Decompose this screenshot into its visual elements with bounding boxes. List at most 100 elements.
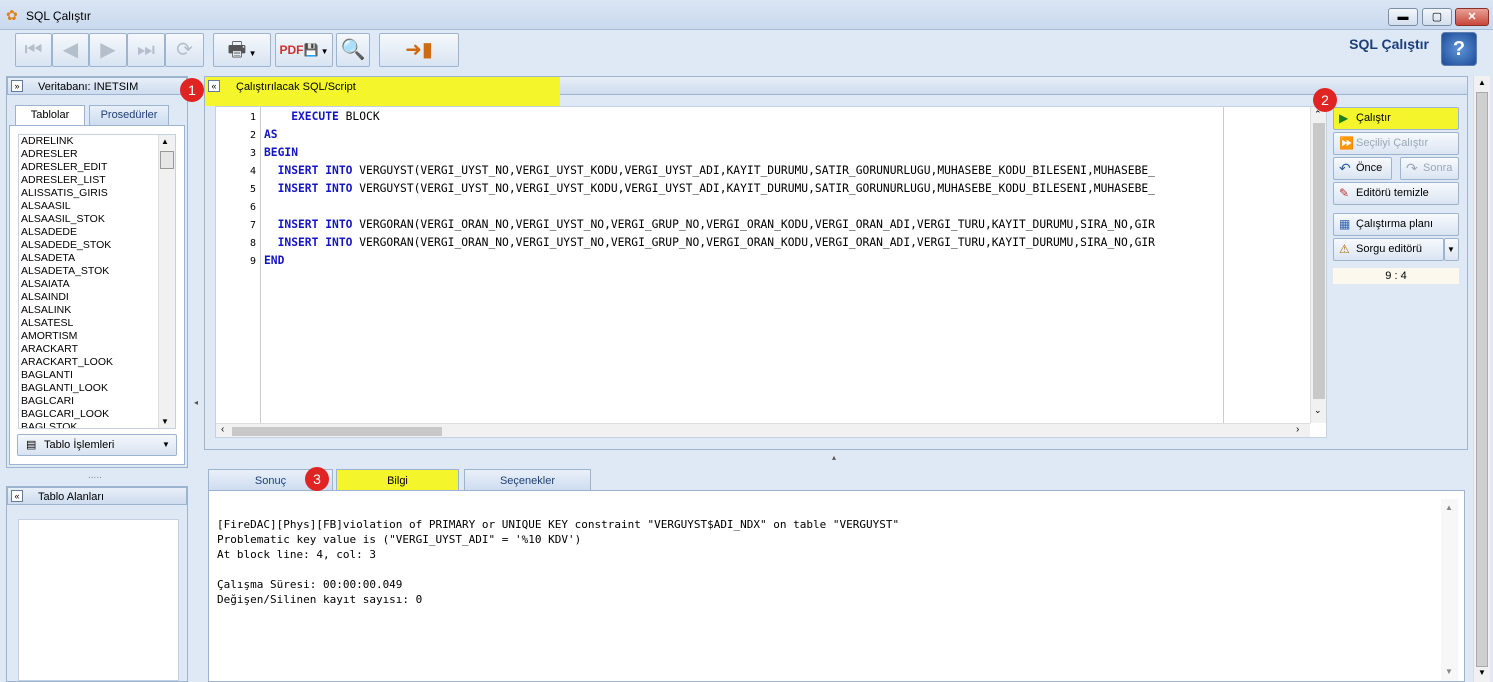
- list-item[interactable]: BAGLSTOK: [19, 421, 175, 428]
- refresh-button[interactable]: ⟳: [165, 33, 204, 67]
- list-item[interactable]: ALSAINDI: [19, 291, 175, 304]
- list-item[interactable]: ARACKART_LOOK: [19, 356, 175, 369]
- table-icon: ▤: [26, 439, 37, 451]
- refresh-icon: ⟳: [176, 39, 193, 61]
- first-record-button[interactable]: ⏮: [15, 33, 52, 67]
- exec-plan-button[interactable]: ▦ Çalıştırma planı: [1333, 213, 1459, 236]
- table-list-scrollbar[interactable]: ▲ ▼: [158, 135, 175, 428]
- list-item[interactable]: ALSADETA_STOK: [19, 265, 175, 278]
- list-item[interactable]: ALSAASIL: [19, 200, 175, 213]
- editor-hscrollbar[interactable]: ‹ ›: [216, 423, 1310, 437]
- list-item[interactable]: AMORTISM: [19, 330, 175, 343]
- pdf-save-icon: PDF💾: [279, 43, 319, 57]
- list-item[interactable]: ADRESLER_EDIT: [19, 161, 175, 174]
- list-item[interactable]: BAGLCARI: [19, 395, 175, 408]
- last-record-button[interactable]: ⏭: [127, 33, 165, 67]
- scroll-down-icon[interactable]: ▼: [1478, 668, 1486, 677]
- sql-keyword: EXECUTE: [264, 110, 339, 123]
- list-item[interactable]: ALSALINK: [19, 304, 175, 317]
- output-line: Problematic key value is ("VERGI_UYST_AD…: [217, 533, 582, 546]
- run-selected-button[interactable]: ⏩ Seçiliyi Çalıştır: [1333, 132, 1459, 155]
- table-ops-label: Tablo İşlemleri: [44, 439, 115, 451]
- list-item[interactable]: ADRESLER_LIST: [19, 174, 175, 187]
- list-item[interactable]: ALSAIATA: [19, 278, 175, 291]
- query-editor-button[interactable]: ⚠ Sorgu editörü: [1333, 238, 1444, 261]
- editor-vscrollbar[interactable]: ⌃ ⌄: [1310, 107, 1326, 423]
- prev-record-button[interactable]: ◀: [52, 33, 89, 67]
- maximize-button[interactable]: ▢: [1422, 8, 1452, 26]
- code-line: INSERT INTO VERGORAN(VERGI_ORAN_NO,VERGI…: [264, 234, 1155, 252]
- output-scrollbar[interactable]: ▲ ▼: [1441, 499, 1458, 681]
- pdf-save-button[interactable]: PDF💾 ▼: [275, 33, 333, 67]
- fields-list[interactable]: [18, 519, 179, 681]
- scroll-up-icon[interactable]: ▲: [1478, 78, 1486, 87]
- next-query-button[interactable]: ↷ Sonra: [1400, 157, 1459, 180]
- collapse-icon[interactable]: «: [11, 490, 23, 502]
- scroll-down-icon[interactable]: ⌄: [1314, 405, 1322, 416]
- scroll-up-icon[interactable]: ▲: [1445, 503, 1453, 512]
- list-item[interactable]: BAGLANTI: [19, 369, 175, 382]
- sql-keyword: INSERT INTO: [264, 218, 353, 231]
- list-item[interactable]: ALSADETA: [19, 252, 175, 265]
- table-list[interactable]: ADRELINK ADRESLER ADRESLER_EDIT ADRESLER_LI…: [18, 134, 176, 429]
- window-scrollbar[interactable]: ▲ ▼: [1473, 76, 1490, 682]
- scroll-thumb[interactable]: [232, 427, 442, 436]
- list-item[interactable]: ADRESLER: [19, 148, 175, 161]
- run-button[interactable]: ▶ Çalıştır: [1333, 107, 1459, 130]
- list-item[interactable]: ALSADEDE_STOK: [19, 239, 175, 252]
- code-area[interactable]: EXECUTE BLOCK AS BEGIN INSERT INTO VERGUYS…: [216, 107, 1311, 423]
- code-line: INSERT INTO VERGUYST(VERGI_UYST_NO,VERGI…: [264, 162, 1155, 180]
- tab-info[interactable]: Bilgi: [336, 469, 459, 491]
- list-item[interactable]: ALSATESL: [19, 317, 175, 330]
- print-button[interactable]: 🖶 ▼: [213, 33, 271, 67]
- annotation-marker-2: 2: [1313, 88, 1337, 112]
- minimize-button[interactable]: ▬: [1388, 8, 1418, 26]
- scroll-left-icon[interactable]: ‹: [221, 424, 224, 435]
- scroll-up-icon[interactable]: ▲: [161, 137, 169, 146]
- list-item[interactable]: ALSADEDE: [19, 226, 175, 239]
- code-line: EXECUTE BLOCK: [264, 108, 379, 126]
- horizontal-splitter-icon[interactable]: ▴: [832, 453, 836, 462]
- scroll-down-icon[interactable]: ▼: [161, 417, 169, 426]
- list-item[interactable]: BAGLCARI_LOOK: [19, 408, 175, 421]
- prev-query-button[interactable]: ↶ Önce: [1333, 157, 1392, 180]
- right-margin-line: [1223, 107, 1224, 423]
- close-button[interactable]: ✕: [1455, 8, 1489, 26]
- next-record-button[interactable]: ▶: [89, 33, 127, 67]
- list-item[interactable]: ARACKART: [19, 343, 175, 356]
- scroll-down-icon[interactable]: ▼: [1445, 667, 1453, 676]
- list-item[interactable]: BAGLANTI_LOOK: [19, 382, 175, 395]
- table-ops-dropdown[interactable]: ▤ Tablo İşlemleri ▼: [17, 434, 177, 456]
- scroll-right-icon[interactable]: ›: [1296, 424, 1299, 435]
- sql-text: VERGORAN(VERGI_ORAN_NO,VERGI_UYST_NO,VER…: [352, 218, 1155, 231]
- tab-procedures[interactable]: Prosedürler: [89, 105, 169, 125]
- clear-editor-button[interactable]: ✎ Editörü temizle: [1333, 182, 1459, 205]
- scroll-thumb[interactable]: [1476, 92, 1488, 667]
- tab-options[interactable]: Seçenekler: [464, 469, 591, 491]
- database-label: Veritabanı: INETSIM: [38, 81, 139, 93]
- scroll-thumb[interactable]: [160, 151, 174, 169]
- chevron-down-icon: ▼: [318, 47, 329, 56]
- exit-button[interactable]: ➜▮: [379, 33, 459, 67]
- list-item[interactable]: ALISSATIS_GIRIS: [19, 187, 175, 200]
- list-item[interactable]: ALSAASIL_STOK: [19, 213, 175, 226]
- title-bar: ✿ SQL Çalıştır ▬ ▢ ✕: [0, 0, 1493, 30]
- splitter-dots[interactable]: .....: [88, 470, 102, 481]
- chart-icon: ▦: [1339, 217, 1351, 231]
- collapse-icon[interactable]: »: [11, 80, 23, 92]
- sql-keyword: INSERT INTO: [264, 236, 353, 249]
- sql-keyword: END: [264, 254, 285, 267]
- query-editor-dropdown[interactable]: ▼: [1444, 238, 1459, 261]
- list-item[interactable]: ADRELINK: [19, 135, 175, 148]
- output-panel[interactable]: ▲ ▼ [FireDAC][Phys][FB]violation of PRIM…: [208, 490, 1465, 682]
- vertical-splitter[interactable]: ◂: [192, 76, 202, 682]
- collapse-icon[interactable]: «: [208, 80, 220, 92]
- find-button[interactable]: 🔍: [336, 33, 370, 67]
- play-icon: ▶: [1339, 111, 1349, 125]
- scroll-thumb[interactable]: [1313, 123, 1325, 399]
- sql-editor[interactable]: 123456789 EXECUTE BLOCK AS BEGIN INSERT IN…: [215, 106, 1327, 438]
- help-button[interactable]: ?: [1441, 32, 1477, 66]
- tab-tables[interactable]: Tablolar: [15, 105, 85, 125]
- annotation-marker-1: 1: [180, 78, 204, 102]
- chevron-down-icon: ▼: [1447, 245, 1455, 254]
